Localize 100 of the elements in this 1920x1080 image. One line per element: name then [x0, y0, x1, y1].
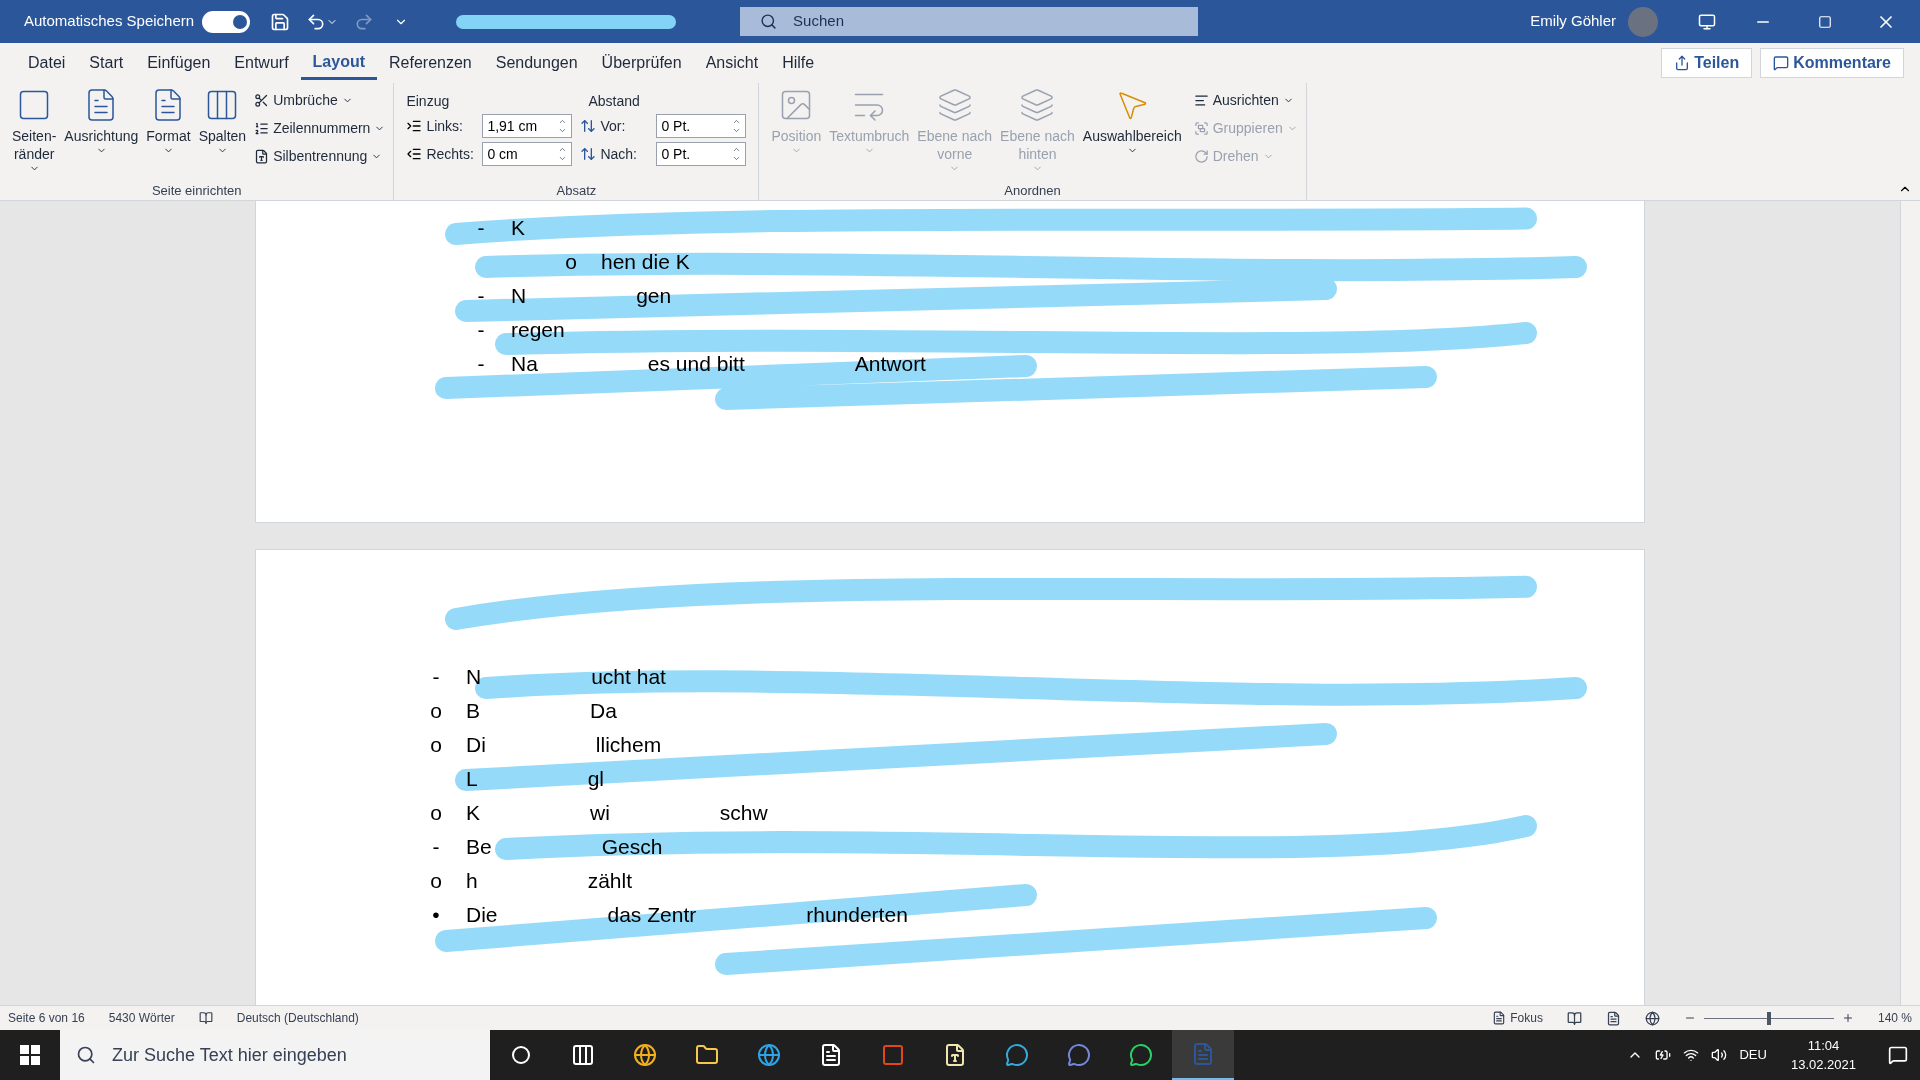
autosave-label: Automatisches Speichern	[24, 11, 195, 32]
indent-icon	[406, 118, 423, 134]
field-label: Nach:	[600, 144, 638, 164]
comment-icon	[1773, 55, 1790, 71]
arrange-icon	[1193, 92, 1209, 108]
ribbon-button[interactable]: Spalten	[194, 83, 251, 181]
focus-button[interactable]: Fokus	[1492, 1009, 1543, 1027]
indent-icon	[406, 146, 423, 162]
list-bullet: o	[430, 868, 442, 895]
section-label: Abstand	[588, 92, 640, 111]
clock-time[interactable]: 11:04	[1807, 1035, 1840, 1055]
proofing-icon[interactable]	[198, 1011, 213, 1025]
restore-icon[interactable]	[1818, 14, 1832, 29]
down-icon	[558, 126, 568, 135]
down-icon	[732, 154, 742, 163]
save-icon[interactable]	[270, 11, 291, 32]
share-button[interactable]: Teilen	[1661, 48, 1753, 78]
arrange-icon	[1019, 87, 1056, 123]
document-text: Gesch	[601, 834, 663, 861]
document-text: hen die K	[601, 249, 690, 276]
document-text: Be	[466, 834, 492, 861]
ribbon-tab[interactable]: Hilfe	[770, 46, 827, 80]
clock-date[interactable]: 13.02.2021	[1790, 1055, 1856, 1075]
document-text: Da	[590, 698, 617, 725]
document-text: Die	[466, 902, 498, 929]
list-bullet: -	[477, 215, 485, 242]
group-title: Anordnen	[1003, 181, 1062, 200]
zoom-thumb[interactable]	[1766, 1011, 1771, 1025]
up-icon	[558, 117, 568, 126]
document-text: zählt	[587, 868, 633, 895]
list-bullet: o	[430, 732, 442, 759]
display-icon[interactable]	[1698, 12, 1716, 31]
list-bullet: -	[432, 834, 440, 861]
taskbar-search-field[interactable]: Zur Suche Text hier eingeben	[60, 1030, 490, 1080]
zoom-in-icon[interactable]	[1841, 1012, 1854, 1024]
document-text: K	[466, 800, 480, 827]
page-count[interactable]: Seite 6 von 16	[8, 1009, 85, 1027]
wifi-icon[interactable]	[1683, 1047, 1700, 1063]
document-text: rhunderten	[806, 902, 908, 929]
autosave-toggle[interactable]	[202, 10, 251, 33]
list-bullet: -	[432, 664, 440, 691]
ribbon-tab[interactable]: Ansicht	[693, 46, 771, 80]
ribbon-tab[interactable]: Datei	[16, 46, 78, 80]
arrange-icon	[936, 87, 973, 123]
ribbon-button[interactable]: Format	[142, 83, 195, 181]
document-text: gen	[636, 283, 672, 310]
ribbon-tab[interactable]: Sendungen	[483, 46, 590, 80]
list-bullet: •	[432, 902, 440, 929]
scrollbar[interactable]	[1900, 201, 1920, 1005]
arrange-icon	[1193, 148, 1209, 164]
document-text: gl	[587, 766, 605, 793]
up-icon	[732, 117, 742, 126]
ribbon-button[interactable]: Ausrichtung	[60, 83, 143, 181]
ribbon-button[interactable]: Auswahlbereich	[1078, 83, 1186, 181]
notifications-icon[interactable]	[1888, 1045, 1908, 1065]
up-icon	[732, 145, 742, 154]
zoom-percent[interactable]: 140 %	[1877, 1009, 1912, 1027]
word-count[interactable]: 5430 Wörter	[108, 1009, 175, 1027]
ribbon-tab[interactable]: Referenzen	[377, 46, 484, 80]
ribbon-button[interactable]: Seiten- ränder	[8, 83, 61, 181]
down-icon	[558, 154, 568, 163]
ribbon-tab[interactable]: Entwurf	[222, 46, 301, 80]
battery-icon[interactable]	[1655, 1047, 1672, 1063]
ribbon-button[interactable]: Ausrichten	[1193, 87, 1298, 113]
read-mode-icon[interactable]	[1566, 1010, 1582, 1026]
spin-field[interactable]: 0 cm	[482, 142, 573, 166]
input-language[interactable]: DEU	[1739, 1045, 1767, 1065]
document-text: llichem	[595, 732, 662, 759]
ribbon-tab[interactable]: Überprüfen	[589, 46, 694, 80]
field-label: Links:	[426, 116, 464, 136]
document-text: wi	[590, 800, 610, 827]
spin-field[interactable]: 0 Pt.	[656, 142, 747, 166]
web-layout-icon[interactable]	[1644, 1010, 1660, 1026]
down-icon	[732, 126, 742, 135]
document-text: ucht hat	[591, 664, 666, 691]
list-bullet: -	[477, 317, 485, 344]
spin-field[interactable]: 0 Pt.	[656, 114, 747, 138]
ribbon-button[interactable]: Umbrüche	[254, 87, 386, 113]
spacing-icon	[580, 118, 597, 134]
ribbon-button[interactable]: Zeilennummern	[254, 115, 386, 141]
document-text: regen	[511, 317, 565, 344]
document-text: K	[511, 215, 525, 242]
spacing-icon	[580, 146, 597, 162]
ribbon-button[interactable]: Silbentrennung	[254, 143, 386, 169]
list-bullet: -	[477, 351, 485, 378]
volume-icon[interactable]	[1711, 1047, 1728, 1063]
group-title: Absatz	[555, 181, 598, 200]
spin-field[interactable]: 1,91 cm	[482, 114, 573, 138]
document-text: das Zentr	[607, 902, 697, 929]
section-label: Einzug	[406, 92, 451, 111]
ribbon-tab[interactable]: Einfügen	[135, 46, 223, 80]
zoom-slider[interactable]	[1703, 1011, 1834, 1025]
share-button[interactable]: Kommentare	[1760, 48, 1904, 78]
document-text: Antwort	[854, 351, 926, 378]
ribbon-tab[interactable]: Start	[77, 46, 136, 80]
field-label: Rechts:	[426, 144, 475, 164]
search-field[interactable]: Suchen	[740, 7, 1199, 36]
language[interactable]: Deutsch (Deutschland)	[236, 1009, 359, 1027]
ribbon-tab[interactable]: Layout	[300, 46, 378, 80]
print-layout-icon[interactable]	[1605, 1010, 1621, 1026]
